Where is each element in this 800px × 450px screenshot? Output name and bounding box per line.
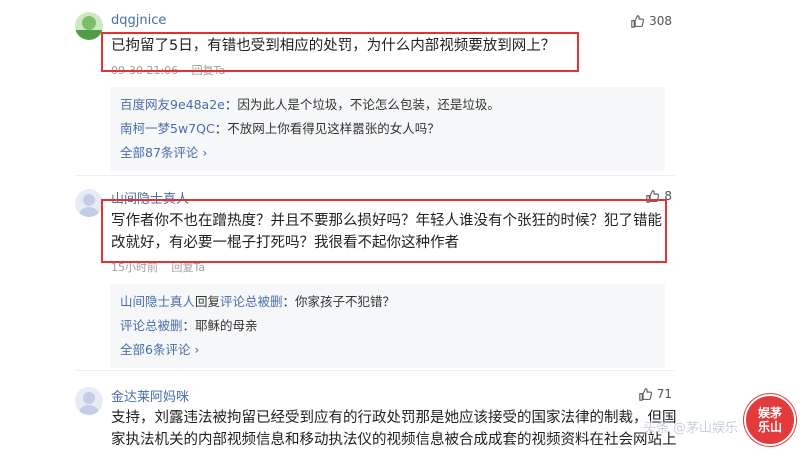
- comment-page: dqgjnice 308 已拘留了5日，有错也受到相应的处罚，为什么内部视频要放…: [0, 0, 800, 450]
- logo-seal: 娱茅 乐山: [744, 394, 796, 446]
- thumbs-up-icon: [646, 189, 660, 203]
- reply-username[interactable]: 评论总被删: [120, 318, 183, 333]
- like-count: 308: [649, 14, 672, 28]
- comment-meta: 09-30 21:06 回复Ta: [111, 62, 235, 78]
- comment-time: 09-30 21:06: [111, 64, 179, 77]
- comment-username[interactable]: 山间隐士真人: [111, 188, 189, 207]
- reply-text: ：你家孩子不犯错？: [282, 294, 396, 309]
- default-avatar-icon: [75, 387, 103, 415]
- reply-connector: 回复: [195, 294, 221, 309]
- default-avatar-icon: [75, 189, 103, 217]
- all-replies-link[interactable]: 全部6条评论 ›: [120, 342, 199, 357]
- thumbs-up-icon: [639, 387, 652, 401]
- avatar-image-icon: [75, 12, 103, 40]
- reply-username[interactable]: 南柯一梦5w7QC: [120, 121, 215, 136]
- reply-text: ：因为此人是个垃圾，不论怎么包装，还是垃圾。: [224, 97, 500, 112]
- reply-item: 山间隐士真人回复评论总被删：你家孩子不犯错？: [120, 290, 655, 314]
- reply-link[interactable]: 回复Ta: [192, 64, 226, 77]
- avatar[interactable]: [75, 387, 103, 415]
- reply-target-username[interactable]: 评论总被删: [220, 294, 283, 309]
- comment-username[interactable]: 金达莱阿妈咪: [111, 386, 189, 405]
- avatar[interactable]: [75, 12, 103, 40]
- reply-username[interactable]: 山间隐士真人: [120, 294, 195, 309]
- reply-list: 百度网友9e48a2e：因为此人是个垃圾，不论怎么包装，还是垃圾。 南柯一梦5w…: [110, 87, 665, 171]
- avatar[interactable]: [75, 189, 103, 217]
- comment-time: 15小时前: [111, 261, 158, 274]
- reply-text: ：不放网上你看得见这样嚣张的女人吗？: [214, 121, 440, 136]
- comment-meta: 15小时前 回复Ta: [111, 259, 215, 275]
- like-button[interactable]: 71: [639, 387, 672, 401]
- watermark: 头条 @茅山娱乐: [643, 417, 738, 436]
- divider: [75, 370, 675, 371]
- like-button[interactable]: 8: [646, 189, 672, 203]
- reply-item: 全部6条评论 ›: [120, 338, 655, 362]
- divider: [75, 175, 675, 176]
- seal-line: 乐山: [757, 420, 782, 434]
- all-replies-link[interactable]: 全部87条评论 ›: [120, 145, 207, 160]
- like-count: 8: [664, 189, 672, 203]
- reply-item: 百度网友9e48a2e：因为此人是个垃圾，不论怎么包装，还是垃圾。: [120, 93, 655, 117]
- comment-text: 写作者你不也在蹭热度？并且不要那么损好吗？年轻人谁没有个张狂的时候？犯了错能改就…: [111, 213, 662, 251]
- thumbs-up-icon: [631, 14, 645, 28]
- reply-item: 南柯一梦5w7QC：不放网上你看得见这样嚣张的女人吗？: [120, 117, 655, 141]
- watermark-text: 头条 @茅山娱乐: [642, 421, 738, 436]
- like-button[interactable]: 308: [631, 14, 672, 28]
- reply-username[interactable]: 百度网友9e48a2e: [120, 97, 225, 112]
- comment-text: 支持，刘露违法被拘留已经受到应有的行政处罚那是她应该接受的国家法律的制裁，但国家…: [111, 410, 677, 448]
- like-count: 71: [656, 387, 672, 401]
- reply-text: ：耶稣的母亲: [182, 318, 258, 333]
- reply-list: 山间隐士真人回复评论总被删：你家孩子不犯错？ 评论总被删：耶稣的母亲 全部6条评…: [110, 284, 665, 368]
- reply-item: 全部87条评论 ›: [120, 141, 655, 165]
- seal-line: 娱茅: [757, 406, 782, 420]
- comment-text: 已拘留了5日，有错也受到相应的处罚，为什么内部视频要放到网上？: [111, 38, 556, 54]
- comment-username[interactable]: dqgjnice: [111, 13, 166, 28]
- reply-link[interactable]: 回复Ta: [172, 261, 206, 274]
- reply-item: 评论总被删：耶稣的母亲: [120, 314, 655, 338]
